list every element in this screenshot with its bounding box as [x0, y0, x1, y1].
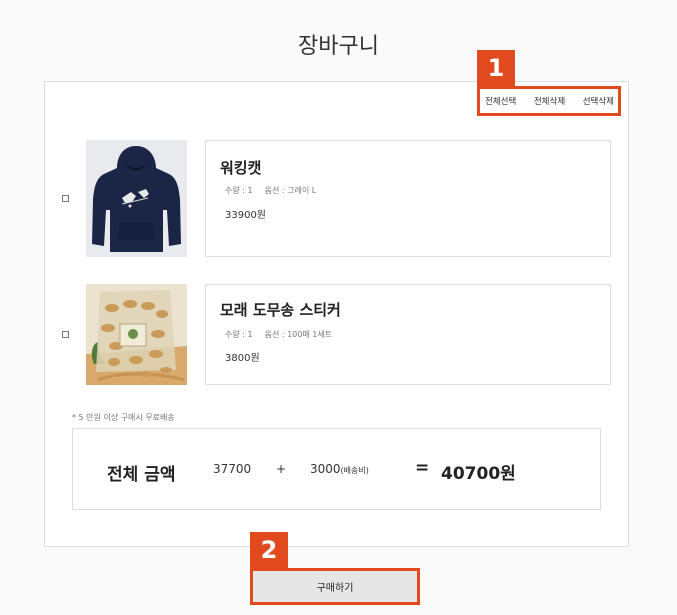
shipping-value: 3000	[310, 462, 341, 476]
item-checkbox[interactable]	[62, 331, 69, 338]
shipping-fee-label: (배송비)	[340, 466, 369, 475]
plus-sign: +	[276, 462, 287, 476]
item-option: 옵션 : 그레이 L	[264, 186, 317, 195]
item-quantity: 수량 : 1	[225, 186, 253, 195]
grand-total: 40700원	[441, 464, 516, 484]
select-all-button[interactable]: 전체선택	[485, 95, 516, 107]
item-quantity: 수량 : 1	[225, 330, 253, 339]
item-meta: 수량 : 1 옵션 : 그레이 L	[225, 185, 316, 196]
item-checkbox[interactable]	[62, 195, 69, 202]
item-price: 33900원	[225, 210, 267, 221]
total-summary: 전체 금액 37700 + 3000(배송비) = 40700원	[72, 428, 601, 510]
item-meta: 수량 : 1 옵션 : 100매 1세트	[225, 329, 332, 340]
cart-actions-bar: 전체선택 전체삭제 선택삭제	[477, 86, 621, 116]
product-thumbnail-hoodie[interactable]	[86, 140, 187, 257]
delete-selected-button[interactable]: 선택삭제	[583, 95, 614, 107]
subtotal-value: 37700	[213, 462, 252, 476]
purchase-button[interactable]: 구매하기	[250, 568, 420, 605]
cart-item-info: 워킹캣 수량 : 1 옵션 : 그레이 L 33900원	[205, 140, 611, 257]
item-price: 3800원	[225, 353, 260, 364]
shipping-note: * 5 만원 이상 구매시 무료배송	[72, 413, 175, 422]
page-title: 장바구니	[298, 34, 379, 59]
product-thumbnail-snack[interactable]	[86, 284, 187, 385]
snack-bag-image	[86, 284, 187, 385]
item-name[interactable]: 모래 도무송 스티커	[220, 299, 341, 320]
annotation-badge-1: 1	[477, 50, 515, 86]
delete-all-button[interactable]: 전체삭제	[534, 95, 565, 107]
total-label: 전체 금액	[107, 465, 176, 485]
annotation-badge-2: 2	[250, 532, 288, 568]
cart-item-info: 모래 도무송 스티커 수량 : 1 옵션 : 100매 1세트 3800원	[205, 284, 611, 385]
hoodie-image	[86, 140, 187, 257]
item-name[interactable]: 워킹캣	[220, 157, 261, 178]
shipping-fee: 3000(배송비)	[310, 462, 369, 476]
equals-sign: =	[415, 458, 430, 478]
item-option: 옵션 : 100매 1세트	[264, 330, 333, 339]
